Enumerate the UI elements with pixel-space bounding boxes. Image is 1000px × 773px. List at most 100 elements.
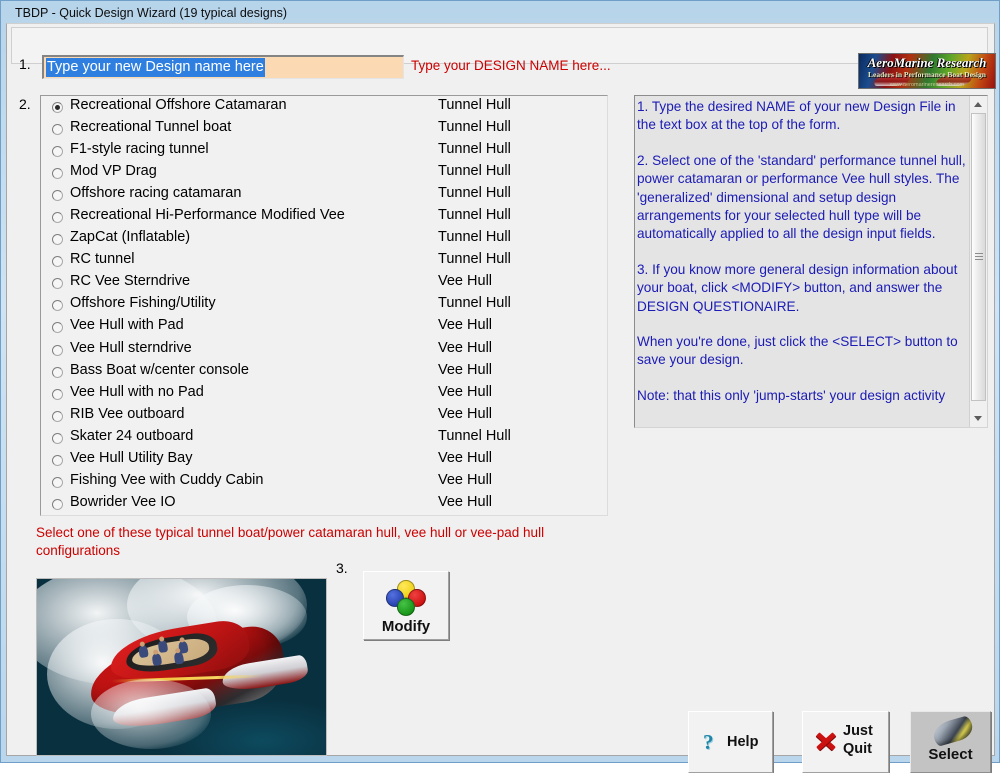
design-option-label: Vee Hull with no Pad bbox=[70, 383, 204, 400]
design-option-label: Recreational Offshore Catamaran bbox=[70, 97, 287, 113]
design-option-hull-type: Vee Hull bbox=[438, 339, 493, 356]
design-option-hull-type: Vee Hull bbox=[438, 405, 493, 422]
design-option-label: Vee Hull with Pad bbox=[70, 317, 184, 334]
design-option-label: Vee Hull sterndrive bbox=[70, 339, 192, 356]
design-option-label: Offshore Fishing/Utility bbox=[70, 295, 216, 312]
application-window: TBDP - Quick Design Wizard (19 typical d… bbox=[0, 0, 1000, 773]
design-option-row[interactable]: Skater 24 outboard Tunnel Hull bbox=[41, 427, 607, 449]
design-option-label: Bass Boat w/center console bbox=[70, 361, 249, 378]
scrollbar-thumb[interactable] bbox=[971, 113, 986, 401]
design-option-row[interactable]: Bowrider Vee IO Vee Hull bbox=[41, 493, 607, 515]
design-option-hull-type: Tunnel Hull bbox=[438, 295, 511, 312]
design-option-row[interactable]: Recreational Tunnel boat Tunnel Hull bbox=[41, 118, 607, 140]
instruction-paragraph: 2. Select one of the 'standard' performa… bbox=[637, 152, 966, 242]
instruction-paragraph: Note: that this only 'jump-starts' your … bbox=[637, 387, 946, 403]
design-option-row[interactable]: F1-style racing tunnel Tunnel Hull bbox=[41, 140, 607, 162]
design-option-hull-type: Vee Hull bbox=[438, 361, 493, 378]
design-option-label: F1-style racing tunnel bbox=[70, 141, 209, 158]
design-option-row[interactable]: Vee Hull with no Pad Vee Hull bbox=[41, 383, 607, 405]
design-option-radio[interactable] bbox=[52, 190, 63, 202]
design-option-row[interactable]: Recreational Offshore Catamaran Tunnel Hu… bbox=[41, 96, 607, 118]
instruction-paragraph: When you're done, just click the <SELECT… bbox=[637, 334, 958, 368]
design-option-radio[interactable] bbox=[52, 344, 63, 356]
design-option-hull-type: Vee Hull bbox=[438, 471, 493, 488]
design-option-radio[interactable] bbox=[52, 476, 63, 488]
color-circles-icon bbox=[385, 580, 427, 616]
question-mark-icon: ? bbox=[703, 730, 714, 754]
design-name-value: Type your new Design name here bbox=[46, 58, 265, 77]
design-option-label: Mod VP Drag bbox=[70, 163, 157, 180]
select-button-label: Select bbox=[928, 746, 973, 763]
design-option-label: RC Vee Sterndrive bbox=[70, 273, 191, 290]
window-client-area: 1. Type your new Design name here Type y… bbox=[6, 23, 996, 773]
red-x-icon bbox=[814, 729, 836, 753]
design-option-row[interactable]: Mod VP Drag Tunnel Hull bbox=[41, 162, 607, 184]
design-option-label: Skater 24 outboard bbox=[70, 427, 194, 444]
design-option-row[interactable]: Vee Hull with Pad Vee Hull bbox=[41, 316, 607, 338]
design-option-radio[interactable] bbox=[52, 124, 63, 136]
design-option-row[interactable]: RC tunnel Tunnel Hull bbox=[41, 250, 607, 272]
window-title: TBDP - Quick Design Wizard (19 typical d… bbox=[15, 6, 288, 20]
design-option-hull-type: Tunnel Hull bbox=[438, 163, 511, 180]
design-list-hint: Select one of these typical tunnel boat/… bbox=[36, 525, 545, 558]
instructions-text: 1. Type the desired NAME of your new Des… bbox=[637, 98, 969, 405]
design-option-row[interactable]: Offshore Fishing/Utility Tunnel Hull bbox=[41, 294, 607, 316]
design-option-label: RIB Vee outboard bbox=[70, 405, 185, 422]
aeromarine-research-logo: AeroMarine Research Leaders in Performan… bbox=[858, 53, 996, 89]
design-option-row[interactable]: Vee Hull sterndrive Vee Hull bbox=[41, 339, 607, 361]
design-option-radio[interactable] bbox=[52, 388, 63, 400]
design-option-radio[interactable] bbox=[52, 322, 63, 334]
design-option-row[interactable]: ZapCat (Inflatable) Tunnel Hull bbox=[41, 228, 607, 250]
instructions-scrollbar[interactable] bbox=[969, 96, 987, 427]
design-option-hull-type: Tunnel Hull bbox=[438, 141, 511, 158]
select-button[interactable]: Select bbox=[910, 711, 991, 773]
design-option-radio[interactable] bbox=[52, 212, 63, 224]
boat-icon bbox=[930, 714, 976, 748]
design-option-label: Offshore racing catamaran bbox=[70, 185, 242, 202]
design-option-label: ZapCat (Inflatable) bbox=[70, 229, 191, 246]
help-button[interactable]: ? Help bbox=[688, 711, 773, 773]
design-option-row[interactable]: Vee Hull Utility Bay Vee Hull bbox=[41, 449, 607, 471]
design-option-radio[interactable] bbox=[52, 234, 63, 246]
design-option-radio[interactable] bbox=[52, 432, 63, 444]
design-option-radio[interactable] bbox=[52, 146, 63, 158]
design-option-label: Fishing Vee with Cuddy Cabin bbox=[70, 471, 264, 488]
step-2-number: 2. bbox=[19, 96, 31, 112]
quit-label-line2: Quit bbox=[843, 741, 872, 757]
design-option-row[interactable]: Recreational Hi-Performance Modified Vee… bbox=[41, 206, 607, 228]
logo-tagline: Leaders in Performance Boat Design bbox=[868, 70, 986, 79]
design-option-radio[interactable] bbox=[52, 454, 63, 466]
modify-button-label: Modify bbox=[381, 618, 431, 635]
spray-plume bbox=[91, 679, 211, 749]
modify-button[interactable]: Modify bbox=[363, 571, 449, 640]
design-option-hull-type: Tunnel Hull bbox=[438, 185, 511, 202]
design-options-list[interactable]: Recreational Offshore Catamaran Tunnel Hu… bbox=[40, 95, 608, 516]
design-option-hull-type: Vee Hull bbox=[438, 383, 493, 400]
design-option-row[interactable]: RC Vee Sterndrive Vee Hull bbox=[41, 272, 607, 294]
scroll-down-arrow-icon[interactable] bbox=[971, 411, 986, 426]
design-option-radio[interactable] bbox=[52, 102, 63, 113]
design-option-radio[interactable] bbox=[52, 168, 63, 180]
design-option-hull-type: Tunnel Hull bbox=[438, 427, 511, 444]
design-option-label: Recreational Tunnel boat bbox=[70, 119, 232, 136]
design-option-radio[interactable] bbox=[52, 410, 63, 422]
design-option-row[interactable]: Bass Boat w/center console Vee Hull bbox=[41, 361, 607, 383]
design-option-hull-type: Vee Hull bbox=[438, 317, 493, 334]
scroll-up-arrow-icon[interactable] bbox=[971, 97, 986, 112]
design-option-hull-type: Vee Hull bbox=[438, 273, 493, 290]
design-option-radio[interactable] bbox=[52, 300, 63, 312]
design-name-input[interactable]: Type your new Design name here bbox=[42, 55, 404, 79]
design-option-hull-type: Tunnel Hull bbox=[438, 229, 511, 246]
design-option-row[interactable]: Fishing Vee with Cuddy Cabin Vee Hull bbox=[41, 471, 607, 493]
design-option-radio[interactable] bbox=[52, 278, 63, 290]
instructions-panel: 1. Type the desired NAME of your new Des… bbox=[634, 95, 988, 428]
design-option-radio[interactable] bbox=[52, 366, 63, 378]
design-name-hint: Type your DESIGN NAME here... bbox=[411, 58, 611, 73]
design-option-row[interactable]: RIB Vee outboard Vee Hull bbox=[41, 405, 607, 427]
design-option-radio[interactable] bbox=[52, 498, 63, 510]
step-3-number: 3. bbox=[336, 560, 348, 576]
design-option-row[interactable]: Offshore racing catamaran Tunnel Hull bbox=[41, 184, 607, 206]
instruction-paragraph: 3. If you know more general design infor… bbox=[637, 261, 958, 314]
design-option-radio[interactable] bbox=[52, 256, 63, 268]
just-quit-button[interactable]: Just Quit bbox=[802, 711, 889, 773]
